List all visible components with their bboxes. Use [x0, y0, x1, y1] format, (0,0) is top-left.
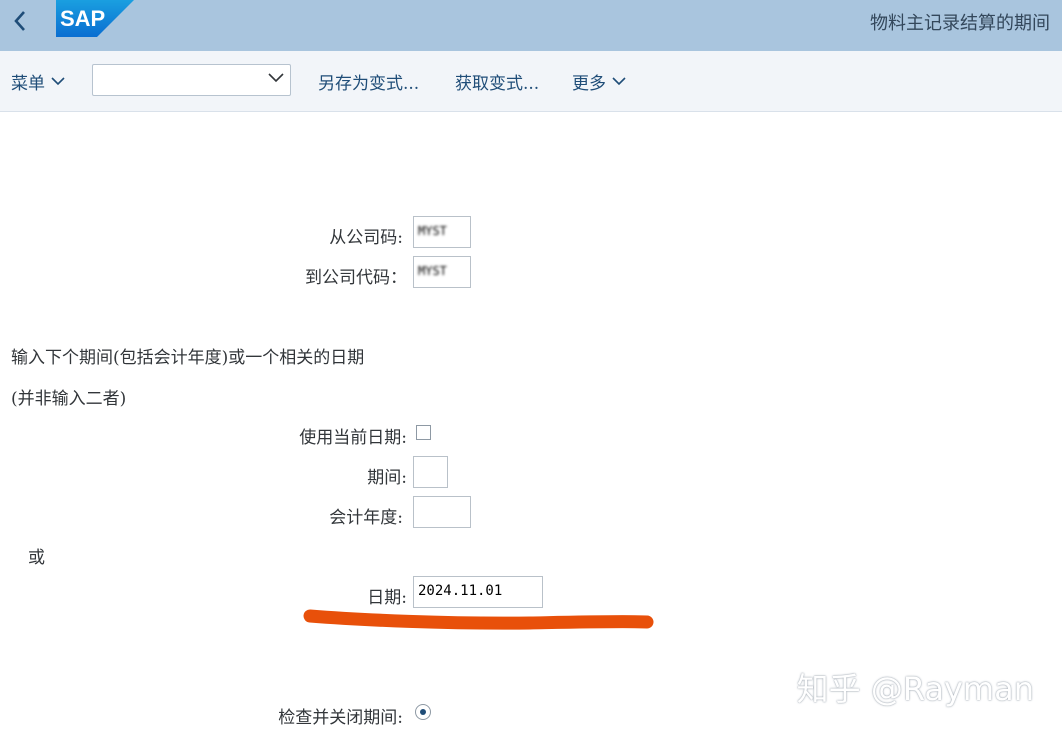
chevron-down-icon	[612, 77, 626, 86]
date-value: 2024.11.01	[418, 583, 503, 599]
menu-button[interactable]: 菜单	[11, 69, 65, 94]
svg-text:SAP: SAP	[60, 6, 105, 31]
period-input[interactable]	[413, 456, 448, 488]
to-company-code-input[interactable]: MYST	[413, 256, 471, 288]
save-as-variant-button[interactable]: 另存为变式...	[318, 69, 419, 94]
chevron-left-icon	[14, 11, 25, 31]
or-label: 或	[28, 548, 45, 568]
to-company-code-value: MYST	[418, 264, 447, 278]
variant-select[interactable]	[92, 64, 291, 96]
fiscal-year-input[interactable]	[413, 496, 471, 528]
check-close-period-label: 检查并关闭期间:	[278, 708, 403, 728]
save-as-variant-label: 另存为变式...	[318, 74, 420, 94]
watermark: 知乎 @Rayman	[796, 670, 1034, 708]
chevron-down-icon	[268, 73, 284, 83]
menu-label: 菜单	[11, 74, 45, 94]
back-button[interactable]	[8, 8, 32, 34]
annotation-underline	[303, 609, 654, 630]
from-company-code-label: 从公司码:	[329, 228, 403, 248]
to-company-code-label: 到公司代码：	[305, 268, 407, 288]
more-label: 更多	[572, 74, 606, 94]
more-button[interactable]: 更多	[572, 69, 626, 94]
instruction-text: 输入下个期间(包括会计年度)或一个相关的日期	[11, 348, 365, 368]
toolbar: 菜单 另存为变式... 获取变式... 更多	[0, 51, 1062, 112]
shell-bar: SAP 物料主记录结算的期间	[0, 0, 1062, 51]
from-company-code-input[interactable]: MYST	[413, 216, 471, 248]
use-current-date-label: 使用当前日期:	[299, 428, 407, 448]
get-variant-button[interactable]: 获取变式...	[455, 69, 539, 94]
fiscal-year-label: 会计年度:	[329, 508, 403, 528]
from-company-code-value: MYST	[418, 224, 447, 238]
use-current-date-checkbox[interactable]	[416, 425, 431, 440]
chevron-down-icon	[51, 77, 65, 86]
get-variant-label: 获取变式...	[455, 74, 540, 94]
sap-logo: SAP	[56, 0, 134, 37]
period-label: 期间:	[367, 468, 407, 488]
app-title: 物料主记录结算的期间	[870, 13, 1050, 34]
check-close-period-radio[interactable]	[415, 704, 431, 720]
instruction-note: (并非输入二者)	[11, 389, 127, 409]
